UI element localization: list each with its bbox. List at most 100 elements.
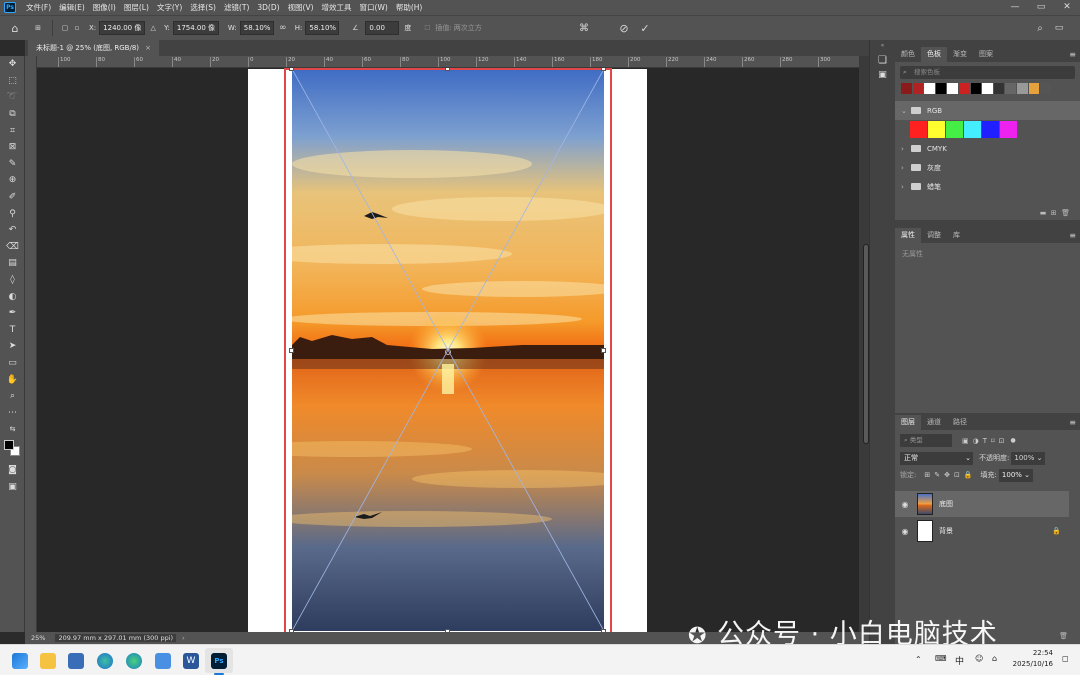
color-swatch[interactable] bbox=[910, 121, 927, 138]
move-tool-icon[interactable]: ✥ bbox=[0, 56, 25, 73]
foreground-background-colors[interactable] bbox=[0, 438, 25, 462]
swatch-group-rgb[interactable]: ⌄ RGB bbox=[895, 101, 1080, 120]
transform-handle-tm[interactable] bbox=[445, 68, 450, 71]
healing-brush-tool-icon[interactable]: ⊕ bbox=[0, 172, 25, 189]
file-explorer-icon[interactable] bbox=[40, 653, 56, 669]
new-group-icon[interactable]: ▬ bbox=[1040, 209, 1047, 217]
menu-help[interactable]: 帮助(H) bbox=[392, 2, 427, 13]
color-swatch[interactable] bbox=[993, 83, 1006, 94]
menu-type[interactable]: 文字(Y) bbox=[153, 2, 186, 13]
document-tab[interactable]: 未标题-1 @ 25% (底图, RGB/8) × bbox=[28, 40, 159, 56]
status-chevron-icon[interactable]: › bbox=[182, 634, 185, 642]
swatch-group-pastel[interactable]: › 蜡笔 bbox=[895, 177, 1080, 196]
layer-row-background[interactable]: ◉ 背景 🔒 bbox=[895, 518, 1069, 544]
blur-tool-icon[interactable]: ◊ bbox=[0, 272, 25, 289]
eyedropper-tool-icon[interactable]: ✎ bbox=[0, 156, 25, 173]
workspace-icon[interactable]: ▭ bbox=[1052, 23, 1066, 33]
chevron-right-icon[interactable]: › bbox=[901, 145, 911, 153]
menu-image[interactable]: 图像(I) bbox=[89, 2, 120, 13]
eye-icon[interactable]: ◉ bbox=[895, 500, 915, 509]
maximize-button[interactable]: ▭ bbox=[1028, 0, 1054, 15]
menu-window[interactable]: 窗口(W) bbox=[356, 2, 392, 13]
commit-transform-icon[interactable]: ✓ bbox=[638, 22, 652, 35]
menu-plugins[interactable]: 增效工具 bbox=[318, 2, 356, 13]
search-icon[interactable]: ⌕ bbox=[1033, 23, 1047, 34]
reference-point-toggle-icon[interactable]: ⊞ bbox=[30, 24, 46, 32]
close-tab-icon[interactable]: × bbox=[145, 44, 151, 52]
warp-mode-icon[interactable]: ⌘ bbox=[577, 23, 591, 34]
menu-edit[interactable]: 编辑(E) bbox=[55, 2, 89, 13]
tab-gradients[interactable]: 渐变 bbox=[947, 47, 973, 62]
screen-mode-icon[interactable]: ▣ bbox=[0, 478, 25, 495]
color-swatch[interactable] bbox=[946, 121, 963, 138]
swap-colors-icon[interactable]: ⇆ bbox=[0, 421, 25, 438]
transform-handle-mr[interactable] bbox=[601, 348, 606, 353]
menu-filter[interactable]: 滤镜(T) bbox=[220, 2, 253, 13]
color-swatch[interactable] bbox=[1005, 83, 1017, 94]
reference-grid-icon[interactable]: ▫ bbox=[71, 24, 83, 32]
chevron-down-icon[interactable]: ⌄ bbox=[901, 107, 911, 115]
menu-3d[interactable]: 3D(D) bbox=[253, 3, 283, 12]
pen-tool-icon[interactable]: ✒ bbox=[0, 305, 25, 322]
quick-mask-icon[interactable]: ◙ bbox=[0, 462, 25, 479]
brush-tool-icon[interactable]: ✐ bbox=[0, 189, 25, 206]
cancel-transform-icon[interactable]: ⊘ bbox=[617, 22, 631, 35]
transform-handle-tl[interactable] bbox=[289, 68, 294, 71]
chevron-right-icon[interactable]: › bbox=[901, 164, 911, 172]
hand-tool-icon[interactable]: ✋ bbox=[0, 371, 25, 388]
color-swatch[interactable] bbox=[1040, 83, 1052, 94]
color-swatch[interactable] bbox=[947, 83, 959, 94]
swatch-group-cmyk[interactable]: › CMYK bbox=[895, 139, 1080, 158]
transform-handle-tr[interactable] bbox=[601, 68, 606, 71]
height-scale-input[interactable]: 58.10% bbox=[305, 21, 340, 35]
edge-canary-icon[interactable] bbox=[126, 653, 142, 669]
color-swatch[interactable] bbox=[924, 83, 936, 94]
color-swatch[interactable] bbox=[1028, 83, 1041, 94]
object-selection-tool-icon[interactable]: ⧉ bbox=[0, 106, 25, 123]
keyboard-icon[interactable]: ⌨ bbox=[935, 654, 947, 663]
blend-mode-select[interactable]: 正常 ⌄ bbox=[900, 451, 973, 465]
menu-select[interactable]: 选择(S) bbox=[186, 2, 220, 13]
interpolation-value[interactable]: 两次立方 bbox=[454, 23, 482, 33]
eraser-tool-icon[interactable]: ⌫ bbox=[0, 239, 25, 256]
clock-date[interactable]: 2025/10/16 bbox=[1009, 660, 1053, 668]
panel-menu-icon[interactable]: ≡ bbox=[1069, 47, 1076, 62]
comments-panel-icon[interactable]: ▣ bbox=[870, 70, 895, 80]
panel-menu-icon[interactable]: ≡ bbox=[1069, 415, 1076, 430]
clone-stamp-tool-icon[interactable]: ⚲ bbox=[0, 205, 25, 222]
gradient-tool-icon[interactable]: ▤ bbox=[0, 255, 25, 272]
tab-adjustments[interactable]: 调整 bbox=[921, 228, 947, 243]
ime-indicator[interactable]: 中 bbox=[955, 654, 964, 667]
windows-start-icon[interactable] bbox=[12, 653, 28, 669]
new-swatch-icon[interactable]: ⊞ bbox=[1051, 209, 1057, 217]
history-brush-tool-icon[interactable]: ↶ bbox=[0, 222, 25, 239]
color-swatch[interactable] bbox=[912, 83, 925, 94]
tray-overflow-icon[interactable]: ⌃ bbox=[915, 655, 922, 664]
menu-view[interactable]: 视图(V) bbox=[284, 2, 318, 13]
color-swatch[interactable] bbox=[1000, 121, 1017, 138]
type-tool-icon[interactable]: T bbox=[0, 322, 25, 339]
close-button[interactable]: ✕ bbox=[1054, 0, 1080, 15]
zoom-level[interactable]: 25% bbox=[31, 634, 45, 642]
filter-toggle-icon[interactable]: ● bbox=[1010, 437, 1015, 444]
opacity-input[interactable]: 100% ⌄ bbox=[1011, 451, 1046, 465]
foreground-color-swatch[interactable] bbox=[4, 439, 14, 450]
color-swatch[interactable] bbox=[982, 83, 994, 94]
tab-layers[interactable]: 图层 bbox=[895, 415, 921, 430]
color-swatch[interactable] bbox=[1016, 83, 1029, 94]
notification-icon[interactable]: ◻ bbox=[1062, 654, 1069, 663]
color-swatch[interactable] bbox=[970, 83, 983, 94]
zoom-tool-icon[interactable]: ⌕ bbox=[0, 388, 25, 405]
color-swatch[interactable] bbox=[964, 121, 981, 138]
menu-layer[interactable]: 图层(L) bbox=[120, 2, 153, 13]
document-info[interactable]: 209.97 mm x 297.01 mm (300 ppi) bbox=[55, 634, 177, 642]
transform-center-point[interactable] bbox=[445, 349, 451, 355]
home-icon[interactable]: ⌂ bbox=[0, 22, 30, 35]
delete-layer-icon[interactable]: 🗑 bbox=[1059, 632, 1068, 640]
canvas-area[interactable] bbox=[37, 68, 859, 632]
eye-icon[interactable]: ◉ bbox=[895, 527, 915, 536]
input-mode-icon[interactable]: ☺ bbox=[975, 654, 983, 663]
learn-panel-icon[interactable]: ❏ bbox=[870, 55, 895, 66]
color-swatch[interactable] bbox=[982, 121, 999, 138]
reference-point-icon[interactable]: ▢ bbox=[59, 24, 71, 32]
